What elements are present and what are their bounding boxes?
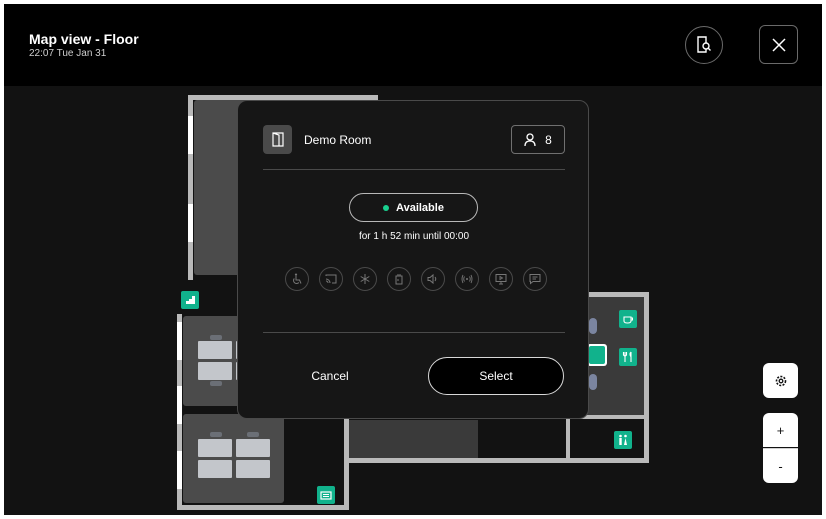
cancel-button[interactable]: Cancel bbox=[270, 357, 390, 395]
room-area bbox=[344, 420, 478, 458]
window bbox=[177, 451, 182, 489]
accessible-icon bbox=[285, 267, 309, 291]
chair bbox=[247, 432, 259, 437]
desk bbox=[198, 460, 232, 478]
find-room-icon bbox=[697, 36, 711, 53]
room-icon bbox=[263, 125, 292, 154]
find-room-button[interactable] bbox=[685, 26, 723, 64]
room-name: Demo Room bbox=[304, 133, 372, 147]
chair bbox=[210, 381, 222, 386]
chair bbox=[210, 335, 222, 340]
desk bbox=[198, 341, 232, 359]
selected-room-marker[interactable] bbox=[587, 344, 607, 366]
desk bbox=[198, 362, 232, 380]
window bbox=[188, 116, 193, 154]
wireless-icon bbox=[455, 267, 479, 291]
restaurant-icon[interactable] bbox=[619, 348, 637, 366]
chat-icon bbox=[523, 267, 547, 291]
power-icon bbox=[387, 267, 411, 291]
wall bbox=[566, 415, 570, 463]
wall bbox=[344, 458, 649, 463]
status-text: Available bbox=[396, 201, 444, 214]
wall bbox=[644, 292, 649, 463]
window bbox=[188, 204, 193, 242]
status-dot bbox=[383, 204, 390, 211]
availability-detail: for 1 h 52 min until 00:00 bbox=[358, 231, 470, 242]
select-button[interactable]: Select bbox=[428, 357, 564, 395]
zoom-out-button[interactable]: - bbox=[763, 448, 798, 483]
map-settings-button[interactable] bbox=[763, 363, 798, 398]
header: Map view - Floor 22:07 Tue Jan 31 bbox=[4, 4, 822, 86]
meeting-room[interactable] bbox=[183, 414, 284, 503]
snowflake-icon bbox=[353, 267, 377, 291]
divider bbox=[263, 332, 565, 333]
amenity-list bbox=[285, 267, 547, 291]
close-button[interactable] bbox=[759, 25, 798, 64]
desk bbox=[236, 439, 270, 457]
desk bbox=[236, 460, 270, 478]
person-icon bbox=[524, 132, 536, 146]
divider bbox=[263, 169, 565, 170]
zoom-in-button[interactable]: + bbox=[763, 413, 798, 447]
desk bbox=[198, 439, 232, 457]
page-title: Map view - Floor bbox=[29, 31, 139, 47]
chair bbox=[589, 374, 597, 390]
cast-icon bbox=[319, 267, 343, 291]
capacity-count: 8 bbox=[545, 132, 552, 147]
room-details-dialog: Demo Room 8 Available for 1 h 52 min unt… bbox=[237, 100, 589, 419]
gear-icon bbox=[775, 375, 786, 386]
coffee-icon[interactable] bbox=[619, 310, 637, 328]
chair bbox=[589, 318, 597, 334]
presentation-icon bbox=[489, 267, 513, 291]
close-icon bbox=[771, 37, 786, 52]
restroom-icon[interactable] bbox=[614, 431, 632, 449]
chair bbox=[210, 432, 222, 437]
speaker-icon bbox=[421, 267, 445, 291]
app-window: Map view - Floor 22:07 Tue Jan 31 + - De… bbox=[4, 4, 822, 515]
capacity-badge: 8 bbox=[511, 125, 565, 154]
wall bbox=[177, 505, 347, 510]
printer-icon[interactable] bbox=[317, 486, 335, 504]
status-badge: Available bbox=[349, 193, 478, 222]
window bbox=[177, 322, 182, 360]
date-time: 22:07 Tue Jan 31 bbox=[29, 48, 107, 59]
window bbox=[177, 386, 182, 424]
stairs-icon[interactable] bbox=[181, 291, 199, 309]
door-icon bbox=[271, 132, 284, 147]
